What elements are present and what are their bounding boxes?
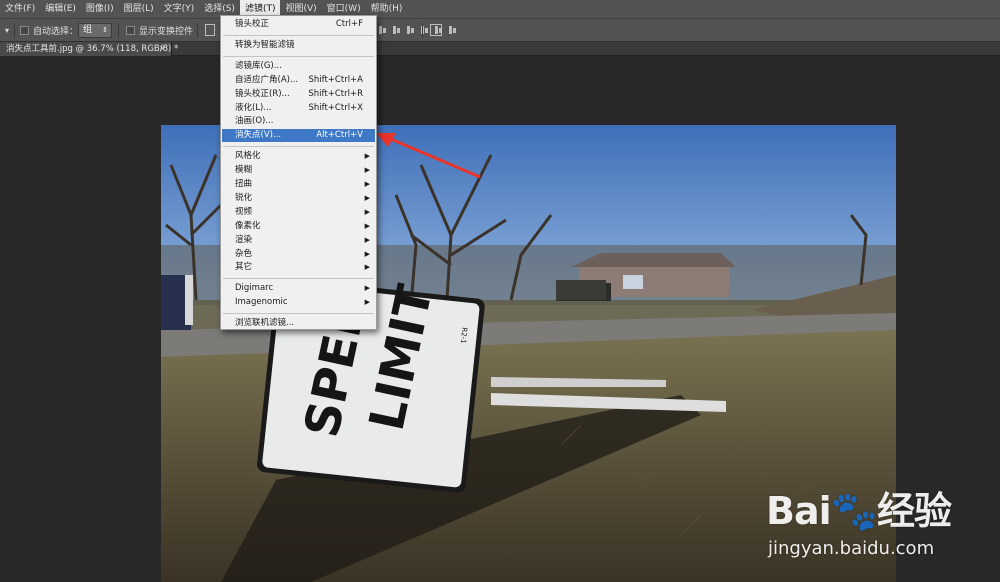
filter-menu-item-label: Imagenomic (235, 297, 288, 308)
filter-menu-item[interactable]: 风格化 ▶ (222, 150, 375, 163)
filter-menu-item-label: Digimarc (235, 283, 274, 294)
filter-menu-item-label: 模糊 (235, 165, 253, 176)
filter-menu-item-label: 其它 (235, 262, 253, 273)
filter-menu-item-label: 油画(O)... (235, 116, 274, 127)
options-separator (422, 23, 423, 38)
submenu-arrow-icon: ▶ (364, 152, 370, 161)
filter-menu-item-label: 液化(L)... (235, 102, 272, 113)
shortcut-label: Ctrl+F (335, 19, 363, 29)
filter-menu-item[interactable]: 镜头校正 Ctrl+F (222, 18, 375, 31)
align-icon[interactable] (392, 24, 401, 36)
shortcut-label: Alt+Ctrl+V (316, 130, 363, 141)
show-transform-checkbox[interactable] (126, 26, 135, 35)
filter-menu-item[interactable]: 视频 ▶ (222, 206, 375, 219)
align-top-icon[interactable] (205, 24, 215, 36)
menu-item[interactable]: 图像(I) (81, 0, 119, 18)
submenu-arrow-icon: ▶ (364, 298, 370, 307)
filter-menu-item-label: 浏览联机滤镜... (235, 318, 295, 329)
submenu-arrow-icon: ▶ (364, 235, 370, 244)
chevron-updown-icon: ⇕ (102, 26, 108, 34)
submenu-arrow-icon: ▶ (364, 249, 370, 258)
submenu-arrow-icon: ▶ (364, 263, 370, 272)
options-separator (197, 23, 198, 38)
annotation-arrow (376, 133, 481, 179)
filter-menu-item-label: 镜头校正(R)... (235, 88, 290, 99)
filter-menu-item[interactable]: 油画(O)... (222, 115, 375, 128)
filter-menu-item[interactable]: 锐化 ▶ (222, 192, 375, 205)
filter-menu-item-label: 转换为智能滤镜 (235, 39, 295, 50)
menu-separator (223, 34, 374, 36)
filter-menu-item-label: 杂色 (235, 248, 253, 259)
menu-separator (223, 146, 374, 148)
filter-menu-item-label: 视频 (235, 206, 253, 217)
tool-preset-arrow-icon[interactable]: ▾ (5, 26, 9, 35)
filter-menu-item-label: 滤镜库(G)... (235, 60, 282, 71)
align-icon[interactable] (406, 24, 415, 36)
show-transform-label: 显示变换控件 (139, 27, 194, 37)
sign-code: R2-1 (459, 327, 469, 344)
submenu-arrow-icon: ▶ (364, 166, 370, 175)
auto-select-dropdown[interactable]: 组 ⇕ (78, 23, 112, 38)
filter-menu-item-label: 像素化 (235, 220, 261, 231)
filter-menu-item[interactable]: 像素化 ▶ (222, 220, 375, 233)
menu-item[interactable]: 图层(L) (119, 0, 159, 18)
align-distribute-icons (378, 24, 457, 36)
submenu-arrow-icon: ▶ (364, 221, 370, 230)
filter-menu-item[interactable]: Imagenomic ▶ (222, 296, 375, 309)
filter-menu-item[interactable]: Digimarc ▶ (222, 282, 375, 295)
submenu-arrow-icon: ▶ (364, 193, 370, 202)
document-tab[interactable]: 消失点工具前.jpg @ 36.7% (118, RGB/8) * × (0, 42, 178, 56)
shortcut-label: Shift+Ctrl+R (308, 88, 363, 99)
baidu-logo: Bai🐾经验 (766, 489, 952, 533)
filter-menu-item[interactable]: 液化(L)... Shift+Ctrl+X (222, 102, 375, 115)
filter-menu-item[interactable]: 模糊 ▶ (222, 164, 375, 177)
submenu-arrow-icon: ▶ (364, 284, 370, 293)
filter-menu-item[interactable]: 其它 ▶ (222, 261, 375, 274)
options-bar: ▾ 自动选择： 组 ⇕ 显示变换控件 (0, 18, 1000, 42)
close-icon[interactable]: × (159, 42, 166, 56)
filter-menu-item[interactable]: 消失点(V)... Alt+Ctrl+V (222, 129, 375, 143)
filter-menu-item[interactable]: 转换为智能滤镜 (222, 39, 375, 52)
document-tab-title: 消失点工具前.jpg @ 36.7% (118, RGB/8) * (6, 44, 179, 54)
filter-menu-item[interactable]: 扭曲 ▶ (222, 178, 375, 191)
filter-menu-item-label: 扭曲 (235, 179, 253, 189)
filter-menu-item-label: 渲染 (235, 234, 253, 245)
auto-align-icon[interactable] (430, 24, 442, 36)
filter-menu-item[interactable]: 渲染 ▶ (222, 234, 375, 247)
align-icon[interactable] (378, 24, 387, 36)
filter-menu-item-label: 镜头校正 (235, 19, 270, 29)
shortcut-label: Shift+Ctrl+A (308, 74, 363, 85)
options-separator (14, 23, 15, 38)
filter-menu-item-label: 锐化 (235, 192, 253, 203)
filter-menu-dropdown: 镜头校正 Ctrl+F 转换为智能滤镜 滤镜库(G)... 自适应广角(A)... Shi… (220, 15, 377, 330)
filter-menu-item-label: 自适应广角(A)... (235, 74, 299, 85)
menu-bar: 文件(F) 编辑(E) 图像(I) 图层(L) 文字(Y) 选择(S) 滤镜(T) 视图(V)… (0, 0, 1000, 18)
auto-select-value: 组 (83, 25, 93, 35)
filter-menu-item-label: 消失点(V)... (235, 130, 282, 141)
auto-select-checkbox[interactable] (20, 26, 29, 35)
filter-menu-item-label: 风格化 (235, 151, 261, 162)
filter-menu-item[interactable]: 镜头校正(R)... Shift+Ctrl+R (222, 88, 375, 101)
document-tab-bar: 消失点工具前.jpg @ 36.7% (118, RGB/8) * × (0, 42, 1000, 56)
menu-separator (223, 278, 374, 280)
filter-menu-item[interactable]: 浏览联机滤镜... (222, 317, 375, 330)
submenu-arrow-icon: ▶ (364, 180, 370, 188)
baidu-jingyan-watermark: Bai🐾经验 jingyan.baidu.com (760, 470, 990, 570)
menu-item[interactable]: 文字(Y) (159, 0, 200, 18)
submenu-arrow-icon: ▶ (364, 207, 370, 216)
menu-item[interactable]: 文件(F) (0, 0, 40, 18)
menu-separator (223, 55, 374, 57)
menu-separator (223, 313, 374, 315)
watermark-url: jingyan.baidu.com (768, 538, 935, 559)
auto-select-label: 自动选择： (33, 27, 79, 37)
filter-menu-item[interactable]: 杂色 ▶ (222, 248, 375, 261)
filter-menu-item[interactable]: 滤镜库(G)... (222, 60, 375, 73)
menu-item[interactable]: 编辑(E) (40, 0, 81, 18)
distribute-icon[interactable] (448, 24, 457, 36)
options-separator (118, 23, 119, 38)
shortcut-label: Shift+Ctrl+X (308, 102, 363, 113)
filter-menu-item[interactable]: 自适应广角(A)... Shift+Ctrl+A (222, 74, 375, 87)
